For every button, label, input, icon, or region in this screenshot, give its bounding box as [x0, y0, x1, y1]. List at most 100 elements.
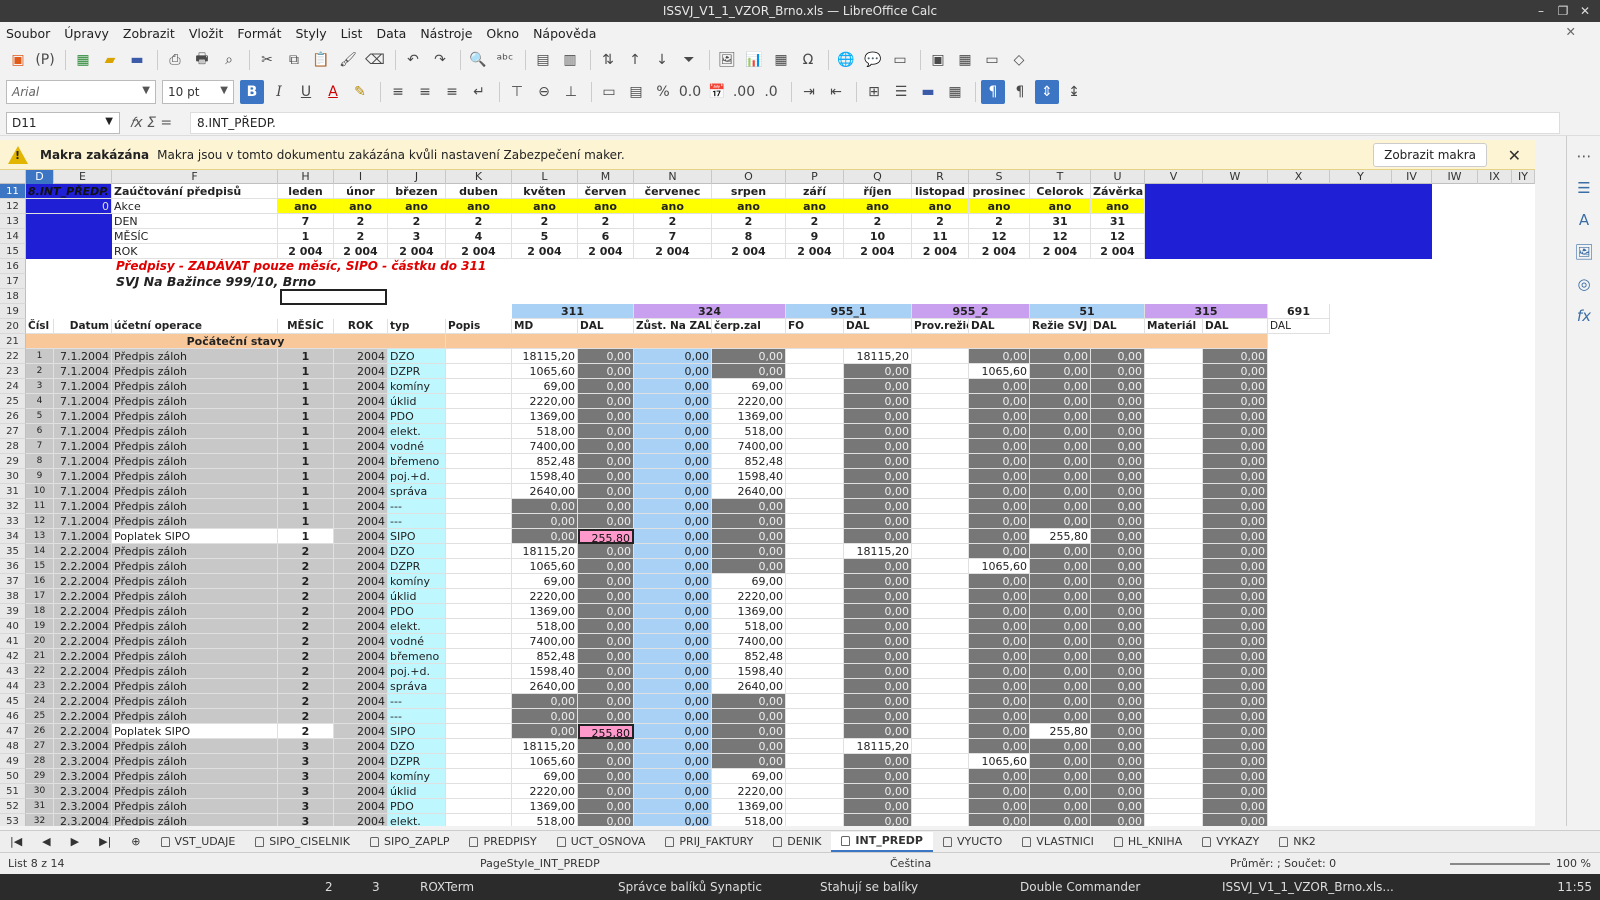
- split-window-icon[interactable]: ▭: [980, 48, 1004, 72]
- row-header[interactable]: 30: [0, 469, 26, 484]
- type-cell[interactable]: DZPR: [388, 364, 446, 379]
- popis-cell[interactable]: [446, 574, 512, 589]
- close-window-icon[interactable]: ✕: [1576, 2, 1594, 20]
- value-cell[interactable]: 255,80: [1030, 529, 1091, 544]
- akce-cell[interactable]: ano: [1091, 199, 1145, 214]
- tab-predpisy[interactable]: PREDPISY: [459, 832, 546, 852]
- month-header[interactable]: květen: [512, 184, 578, 199]
- row-header[interactable]: 35: [0, 544, 26, 559]
- value-cell[interactable]: 0,00: [844, 784, 912, 799]
- value-cell[interactable]: 0,00: [1091, 559, 1145, 574]
- akce-cell[interactable]: ano: [634, 199, 712, 214]
- date-cell[interactable]: 2.2.2004: [54, 604, 112, 619]
- dal-315-cell[interactable]: 0,00: [1203, 559, 1268, 574]
- month-cell[interactable]: 3: [278, 784, 334, 799]
- value-cell[interactable]: 0,00: [634, 454, 712, 469]
- tab-vyucto[interactable]: VYUCTO: [933, 832, 1012, 852]
- value-cell[interactable]: 518,00: [712, 814, 786, 826]
- bold-icon[interactable]: B: [240, 80, 264, 104]
- column-header-v[interactable]: V: [1145, 170, 1203, 184]
- value-cell[interactable]: 0,00: [634, 574, 712, 589]
- tab-prij_faktury[interactable]: PRIJ_FAKTURY: [655, 832, 763, 852]
- fo-cell[interactable]: [786, 589, 844, 604]
- popis-cell[interactable]: [446, 379, 512, 394]
- italic-icon[interactable]: I: [267, 80, 291, 104]
- mat-cell[interactable]: [1145, 799, 1203, 814]
- tab-sipo_ciselnik[interactable]: SIPO_CISELNIK: [245, 832, 360, 852]
- value-cell[interactable]: 0,00: [512, 724, 578, 739]
- fo-cell[interactable]: [786, 739, 844, 754]
- dal-315-cell[interactable]: 0,00: [1203, 589, 1268, 604]
- value-cell[interactable]: 0,00: [969, 544, 1030, 559]
- subhead-cell[interactable]: DAL: [969, 319, 1030, 334]
- mat-cell[interactable]: [1145, 604, 1203, 619]
- month-cell[interactable]: 2: [278, 634, 334, 649]
- popis-cell[interactable]: [446, 589, 512, 604]
- dal-315-cell[interactable]: 0,00: [1203, 784, 1268, 799]
- value-cell[interactable]: 0,00: [1091, 364, 1145, 379]
- taskbar-item[interactable]: ROXTerm: [420, 878, 474, 896]
- value-cell[interactable]: 0,00: [969, 604, 1030, 619]
- mesic-cell[interactable]: 9: [786, 229, 844, 244]
- fo-cell[interactable]: [786, 454, 844, 469]
- operation-cell[interactable]: Předpis záloh: [112, 769, 278, 784]
- operation-cell[interactable]: Předpis záloh: [112, 514, 278, 529]
- type-cell[interactable]: správa: [388, 679, 446, 694]
- value-cell[interactable]: 1065,60: [512, 559, 578, 574]
- value-cell[interactable]: 0,00: [578, 454, 634, 469]
- operation-cell[interactable]: Předpis záloh: [112, 694, 278, 709]
- date-cell[interactable]: 2.2.2004: [54, 634, 112, 649]
- value-cell[interactable]: 0,00: [634, 544, 712, 559]
- month-cell[interactable]: 2: [278, 559, 334, 574]
- date-cell[interactable]: 2.2.2004: [54, 544, 112, 559]
- prov-cell[interactable]: [912, 604, 969, 619]
- value-cell[interactable]: 1369,00: [712, 409, 786, 424]
- value-cell[interactable]: 0,00: [1030, 784, 1091, 799]
- row-number[interactable]: 17: [26, 589, 54, 604]
- subhead-cell[interactable]: Režie SVJ: [1030, 319, 1091, 334]
- dal-315-cell[interactable]: 0,00: [1203, 454, 1268, 469]
- insert-chart-icon[interactable]: 📊: [742, 48, 766, 72]
- paragraph-style-icon[interactable]: (P): [33, 48, 57, 72]
- row-header[interactable]: 16: [0, 259, 26, 274]
- month-cell[interactable]: 2: [278, 619, 334, 634]
- year-cell[interactable]: 2004: [334, 424, 388, 439]
- maximize-icon[interactable]: ❐: [1554, 2, 1572, 20]
- dal-315-cell[interactable]: 0,00: [1203, 394, 1268, 409]
- mesic-cell[interactable]: 4: [446, 229, 512, 244]
- popis-cell[interactable]: [446, 724, 512, 739]
- dal-315-cell[interactable]: 0,00: [1203, 694, 1268, 709]
- value-cell[interactable]: 0,00: [634, 664, 712, 679]
- value-cell[interactable]: 0,00: [1030, 349, 1091, 364]
- date-cell[interactable]: 2.3.2004: [54, 739, 112, 754]
- sort-descending-icon[interactable]: ↓: [650, 48, 674, 72]
- value-cell[interactable]: 0,00: [1030, 499, 1091, 514]
- year-cell[interactable]: 2004: [334, 529, 388, 544]
- show-macros-button[interactable]: Zobrazit makra: [1373, 143, 1487, 167]
- value-cell[interactable]: 18115,20: [844, 349, 912, 364]
- value-cell[interactable]: 1065,60: [969, 559, 1030, 574]
- date-cell[interactable]: 2.2.2004: [54, 679, 112, 694]
- mat-cell[interactable]: [1145, 424, 1203, 439]
- row-header[interactable]: 31: [0, 484, 26, 499]
- akce-cell[interactable]: ano: [912, 199, 969, 214]
- month-cell[interactable]: 1: [278, 439, 334, 454]
- fo-cell[interactable]: [786, 409, 844, 424]
- align-right-icon[interactable]: ≡: [440, 80, 464, 104]
- row-number[interactable]: 15: [26, 559, 54, 574]
- value-cell[interactable]: 0,00: [578, 664, 634, 679]
- value-cell[interactable]: 0,00: [1030, 799, 1091, 814]
- value-cell[interactable]: 0,00: [969, 349, 1030, 364]
- fo-cell[interactable]: [786, 754, 844, 769]
- menu-6[interactable]: List: [341, 26, 363, 41]
- value-cell[interactable]: 852,48: [512, 454, 578, 469]
- row-number[interactable]: 16: [26, 574, 54, 589]
- date-cell[interactable]: 2.2.2004: [54, 619, 112, 634]
- dal-315-cell[interactable]: 0,00: [1203, 544, 1268, 559]
- dal-315-cell[interactable]: 0,00: [1203, 529, 1268, 544]
- account-header[interactable]: 955_2: [912, 304, 1030, 319]
- rok-cell[interactable]: 2 004: [712, 244, 786, 259]
- value-cell[interactable]: 1369,00: [512, 604, 578, 619]
- mat-cell[interactable]: [1145, 379, 1203, 394]
- month-cell[interactable]: 3: [278, 769, 334, 784]
